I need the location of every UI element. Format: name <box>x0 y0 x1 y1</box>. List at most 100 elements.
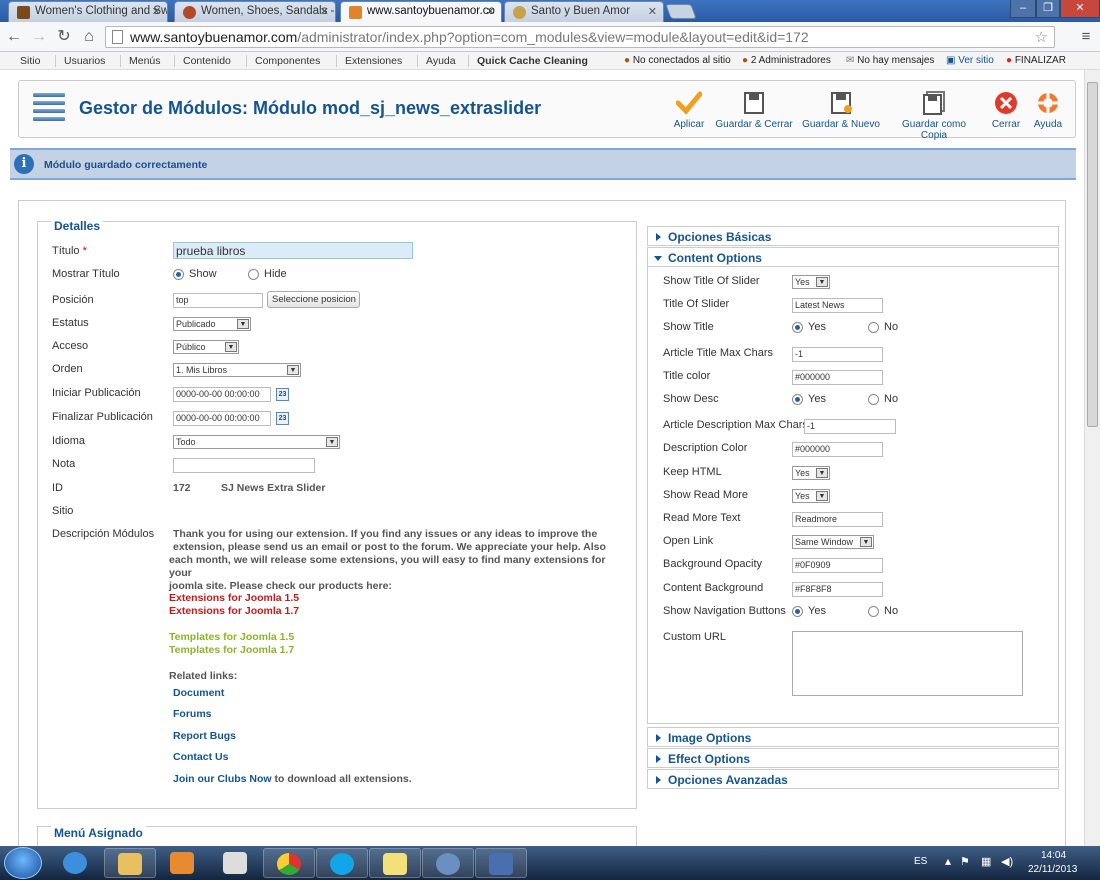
volume-icon[interactable]: ◀) <box>1001 855 1013 868</box>
chrome-icon[interactable] <box>263 848 315 878</box>
new-tab-button[interactable] <box>665 4 697 19</box>
access-select[interactable]: Público ▼ <box>173 340 239 354</box>
basic-options-panel-toggle[interactable]: Opciones Básicas <box>647 226 1059 246</box>
title-input[interactable]: prueba libros <box>173 242 413 259</box>
menu-item-componentes[interactable]: Componentes <box>246 55 320 67</box>
finish-publishing-input[interactable]: 0000-00-00 00:00:00 <box>173 411 271 426</box>
scrollbar-thumb[interactable] <box>1087 82 1098 427</box>
internet-explorer-icon[interactable] <box>50 848 102 878</box>
close-tab-icon[interactable]: ✕ <box>320 5 329 18</box>
custom-url-textarea[interactable] <box>792 631 1023 696</box>
templates-joomla-17-link[interactable]: Templates for Joomla 1.7 <box>169 644 294 657</box>
browser-tab-1[interactable]: Women's Clothing and Sw ✕ <box>8 1 168 22</box>
page-scrollbar[interactable] <box>1084 70 1100 846</box>
join-clubs-link[interactable]: Join our Clubs Now <box>173 773 272 785</box>
menu-item-quick-cache[interactable]: Quick Cache Cleaning <box>468 55 588 67</box>
save-copy-button[interactable]: Guardar como Copia <box>889 91 979 141</box>
back-arrow-icon[interactable]: ← <box>4 27 24 47</box>
save-close-button[interactable]: Guardar & Cerrar <box>715 91 793 130</box>
show-title-slider-select[interactable]: Yes ▼ <box>792 275 830 289</box>
skype-icon[interactable] <box>316 848 368 878</box>
menu-item-contenido[interactable]: Contenido <box>174 55 231 67</box>
templates-joomla-15-link[interactable]: Templates for Joomla 1.5 <box>169 631 294 644</box>
read-more-text-input[interactable]: Readmore <box>792 512 883 527</box>
home-icon[interactable]: ⌂ <box>79 27 99 47</box>
extensions-joomla-17-link[interactable]: Extensions for Joomla 1.7 <box>169 605 299 618</box>
effect-options-panel-toggle[interactable]: Effect Options <box>647 748 1059 768</box>
calculator-icon[interactable] <box>210 848 262 878</box>
menu-item-ayuda[interactable]: Ayuda <box>417 55 456 67</box>
open-link-select[interactable]: Same Window ▼ <box>792 535 874 549</box>
show-read-more-select[interactable]: Yes ▼ <box>792 489 830 503</box>
save-new-button[interactable]: Guardar & Nuevo <box>802 91 880 130</box>
advanced-options-panel-toggle[interactable]: Opciones Avanzadas <box>647 769 1059 789</box>
show-title-yes-radio[interactable] <box>792 322 803 333</box>
media-player-icon[interactable] <box>157 848 209 878</box>
calendar-icon[interactable]: 23 <box>276 412 289 425</box>
maximize-window-button[interactable]: ❐ <box>1036 0 1060 18</box>
view-site-link[interactable]: ▣ Ver sitio <box>946 55 994 66</box>
position-input[interactable]: top <box>173 293 263 308</box>
browser-tab-3[interactable]: www.santoybuenamor.co ✕ <box>340 1 502 22</box>
extensions-joomla-15-link[interactable]: Extensions for Joomla 1.5 <box>169 592 299 605</box>
file-explorer-icon[interactable] <box>104 848 156 878</box>
forward-arrow-icon[interactable]: → <box>29 27 49 47</box>
network-icon[interactable]: ▦ <box>981 855 991 868</box>
content-options-panel-toggle[interactable]: Content Options <box>647 247 1059 267</box>
title-slider-input[interactable]: Latest News <box>792 298 883 313</box>
minimize-window-button[interactable]: – <box>1010 0 1036 18</box>
document-link[interactable]: Document <box>173 687 224 700</box>
close-window-button[interactable]: ✕ <box>1060 0 1100 18</box>
network-app-icon[interactable] <box>475 848 527 878</box>
browser-tab-4[interactable]: Santo y Buen Amor ✕ <box>504 1 664 22</box>
bg-opacity-input[interactable]: #0F0909 <box>792 558 883 573</box>
image-options-panel-toggle[interactable]: Image Options <box>647 727 1059 747</box>
select-position-button[interactable]: Seleccione posicion <box>267 291 360 308</box>
close-tab-icon[interactable]: ✕ <box>486 5 495 18</box>
language-select[interactable]: Todo ▼ <box>173 435 340 449</box>
show-desc-no-radio[interactable] <box>868 394 879 405</box>
menu-item-sitio[interactable]: Sitio <box>20 55 40 67</box>
close-tab-icon[interactable]: ✕ <box>152 5 161 18</box>
menu-item-menus[interactable]: Menús <box>120 55 161 67</box>
desc-color-input[interactable]: #000000 <box>792 442 883 457</box>
mail-client-icon[interactable] <box>422 848 474 878</box>
reload-icon[interactable]: ↻ <box>54 27 74 47</box>
show-nav-no-radio[interactable] <box>868 606 879 617</box>
contact-us-link[interactable]: Contact Us <box>173 751 228 764</box>
order-select[interactable]: 1. Mis Libros ▼ <box>173 363 301 377</box>
menu-icon[interactable]: ≡ <box>1076 27 1096 47</box>
article-title-max-input[interactable]: -1 <box>792 347 883 362</box>
show-hidden-icons-icon[interactable]: ▴ <box>945 854 951 868</box>
help-button[interactable]: Ayuda <box>1031 91 1065 130</box>
status-select[interactable]: Publicado ▼ <box>173 317 251 331</box>
show-nav-yes-radio[interactable] <box>792 606 803 617</box>
start-publishing-input[interactable]: 0000-00-00 00:00:00 <box>173 387 271 402</box>
show-title-hide-radio[interactable] <box>248 269 259 280</box>
sticky-notes-icon[interactable] <box>369 848 421 878</box>
content-bg-input[interactable]: #F8F8F8 <box>792 582 883 597</box>
clock-date[interactable]: 22/11/2013 <box>1028 864 1077 875</box>
bookmark-star-icon[interactable]: ☆ <box>1035 28 1048 46</box>
browser-tab-2[interactable]: Women, Shoes, Sandals - ✕ <box>174 1 336 22</box>
language-indicator[interactable]: ES <box>914 856 927 867</box>
menu-item-extensiones[interactable]: Extensiones <box>336 55 402 67</box>
show-desc-yes-radio[interactable] <box>792 394 803 405</box>
keep-html-select[interactable]: Yes ▼ <box>792 466 830 480</box>
show-title-no-radio[interactable] <box>868 322 879 333</box>
windows-start-icon[interactable] <box>4 847 42 879</box>
title-color-input[interactable]: #000000 <box>792 370 883 385</box>
close-button[interactable]: Cerrar <box>989 91 1023 130</box>
address-bar[interactable]: www.santoybuenamor.com/administrator/ind… <box>105 26 1055 48</box>
action-center-flag-icon[interactable]: ⚑ <box>960 855 970 868</box>
close-tab-icon[interactable]: ✕ <box>648 5 657 18</box>
forums-link[interactable]: Forums <box>173 708 212 721</box>
clock-time[interactable]: 14:04 <box>1041 850 1066 861</box>
calendar-icon[interactable]: 23 <box>276 388 289 401</box>
logout-link[interactable]: ● FINALIZAR <box>1006 55 1066 66</box>
messages-status[interactable]: ✉ No hay mensajes <box>846 55 934 66</box>
apply-button[interactable]: Aplicar <box>671 91 707 130</box>
report-bugs-link[interactable]: Report Bugs <box>173 730 236 743</box>
article-desc-max-input[interactable]: -1 <box>804 419 896 434</box>
menu-item-usuarios[interactable]: Usuarios <box>55 55 105 67</box>
